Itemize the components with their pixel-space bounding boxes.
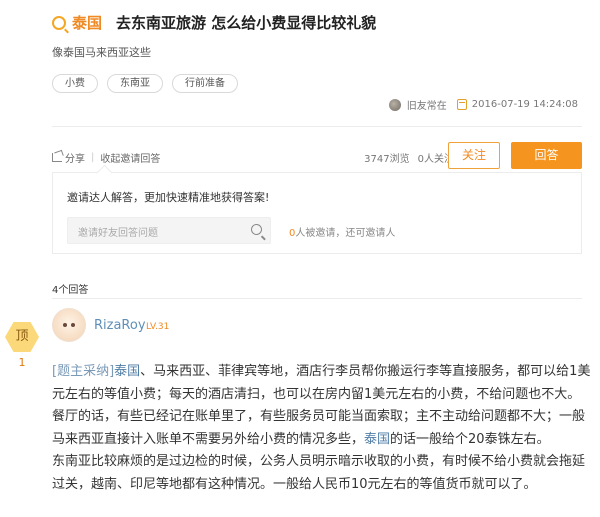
search-icon[interactable] — [251, 224, 262, 235]
upvote-widget[interactable]: 顶 1 — [5, 322, 39, 370]
question-header: 泰国 去东南亚旅游 怎么给小费显得比较礼貌 — [52, 12, 376, 33]
answers-count: 4个回答 — [52, 285, 89, 296]
country-link[interactable]: 泰国 — [364, 432, 390, 447]
answer-text: 的话一般给个20泰铢左右。 — [390, 431, 550, 447]
invite-count: 0人被邀请，还可邀请人 — [289, 224, 395, 239]
divider — [52, 126, 582, 127]
share-icon[interactable] — [52, 153, 62, 162]
question-search-icon — [52, 15, 66, 30]
separator: | — [91, 152, 95, 163]
upvote-count: 1 — [18, 356, 26, 369]
question-category[interactable]: 泰国 — [72, 12, 102, 33]
collect-invite-link[interactable]: 收起邀请回答 — [100, 150, 160, 165]
tag-tipping[interactable]: 小费 — [52, 74, 98, 93]
answerer-level-badge: LV.31 — [146, 322, 170, 332]
question-meta: 旧友常在 2016-07-19 14:24:08 — [388, 97, 578, 112]
question-title: 去东南亚旅游 怎么给小费显得比较礼貌 — [116, 14, 377, 32]
answerer-name[interactable]: RizaRoy — [94, 318, 146, 333]
author-avatar[interactable] — [388, 98, 401, 111]
tag-trip-prep[interactable]: 行前准备 — [172, 74, 238, 93]
follow-button[interactable]: 关注 — [448, 142, 500, 169]
invite-search-input[interactable]: 邀请好友回答问题 — [67, 217, 271, 244]
country-link[interactable]: 泰国 — [114, 364, 140, 379]
invite-panel: 邀请达人解答，更加快速精准地获得答案! 邀请好友回答问题 0人被邀请，还可邀请人 — [52, 172, 582, 254]
accepted-tag: [题主采纳] — [52, 364, 115, 379]
answer-button[interactable]: 回答 — [511, 142, 582, 169]
question-tags: 小费 东南亚 行前准备 — [52, 74, 238, 93]
question-description: 像泰国马来西亚这些 — [52, 46, 151, 59]
tag-southeast-asia[interactable]: 东南亚 — [107, 74, 163, 93]
question-stats: 3747浏览 0人关注 — [364, 150, 454, 165]
author-name[interactable]: 旧友常在 — [407, 97, 447, 112]
invite-tip: 邀请达人解答，更加快速精准地获得答案! — [67, 191, 270, 204]
share-link[interactable]: 分享 — [65, 150, 85, 165]
invite-count-text: 人被邀请，还可邀请人 — [295, 228, 396, 239]
question-datetime: 2016-07-19 14:24:08 — [471, 99, 578, 110]
divider — [52, 298, 582, 299]
answer-paragraph: [题主采纳]泰国、马来西亚、菲律宾等地，酒店行李员帮你搬运行李等直接服务，都可以… — [52, 361, 592, 451]
invite-search-placeholder: 邀请好友回答问题 — [78, 228, 158, 239]
view-count: 3747浏览 — [364, 154, 410, 165]
upvote-button[interactable]: 顶 — [5, 322, 39, 352]
question-actions: 分享 | 收起邀请回答 — [52, 150, 160, 165]
answer-paragraph: 东南亚比较麻烦的是过边检的时候，公务人员明示暗示收取的小费，有时候不给小费就会拖… — [52, 454, 586, 492]
answerer-avatar[interactable] — [52, 308, 86, 342]
answer-body: [题主采纳]泰国、马来西亚、菲律宾等地，酒店行李员帮你搬运行李等直接服务，都可以… — [52, 361, 592, 497]
calendar-icon — [456, 99, 467, 110]
